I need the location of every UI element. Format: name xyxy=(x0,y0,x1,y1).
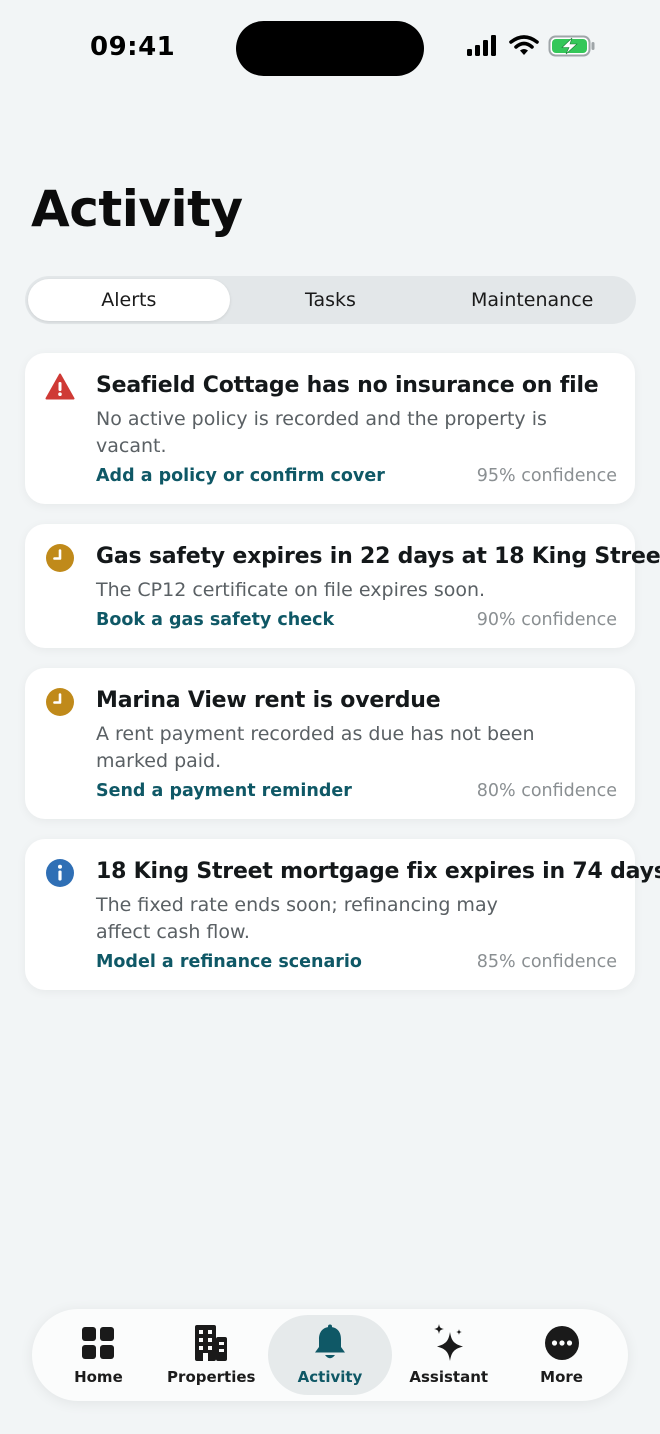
alert-card[interactable]: Marina View rent is overdue A rent payme… xyxy=(25,668,635,819)
alert-action-link[interactable]: Book a gas safety check xyxy=(96,610,334,630)
tab-label: Properties xyxy=(167,1368,256,1386)
alert-action-link[interactable]: Model a refinance scenario xyxy=(96,952,362,972)
tab-label: More xyxy=(540,1368,583,1386)
alert-card[interactable]: 18 King Street mortgage fix expires in 7… xyxy=(25,839,660,990)
screen: 09:41 Activity Alerts Tasks Maintenance xyxy=(0,0,660,1434)
alert-description: No active policy is recorded and the pro… xyxy=(96,408,547,457)
alert-footer: Send a payment reminder 80% confidence xyxy=(96,781,617,801)
tab-assistant[interactable]: Assistant xyxy=(392,1315,505,1395)
alert-footer: Add a policy or confirm cover 95% confid… xyxy=(96,466,617,486)
alert-title: 18 King Street mortgage fix expires in 7… xyxy=(96,859,660,884)
battery-charging-icon xyxy=(548,35,595,57)
dynamic-island xyxy=(236,21,424,76)
cellular-signal-icon xyxy=(467,35,496,56)
alert-title: Marina View rent is overdue xyxy=(96,688,441,713)
tab-label: Assistant xyxy=(409,1368,489,1386)
alert-title: Gas safety expires in 22 days at 18 King… xyxy=(96,544,660,569)
status-time: 09:41 xyxy=(90,32,176,62)
alert-card[interactable]: Gas safety expires in 22 days at 18 King… xyxy=(25,524,660,648)
alert-confidence: 90% confidence xyxy=(476,610,617,630)
tab-properties[interactable]: Properties xyxy=(155,1315,268,1395)
clock-icon xyxy=(46,544,74,572)
segment-alerts[interactable]: Alerts xyxy=(28,279,230,321)
alert-action-link[interactable]: Send a payment reminder xyxy=(96,781,352,801)
alert-confidence: 85% confidence xyxy=(476,952,617,972)
tab-more[interactable]: More xyxy=(505,1315,618,1395)
sparkle-icon xyxy=(433,1324,463,1361)
alert-action-link[interactable]: Add a policy or confirm cover xyxy=(96,466,385,486)
status-icons xyxy=(466,34,596,58)
page-title: Activity xyxy=(31,180,243,238)
alert-confidence: 95% confidence xyxy=(476,466,617,486)
wifi-icon xyxy=(509,35,539,55)
segment-maintenance[interactable]: Maintenance xyxy=(431,279,633,321)
clock-icon xyxy=(46,688,74,716)
alert-description: A rent payment recorded as due has not b… xyxy=(96,723,535,772)
more-icon xyxy=(544,1326,579,1360)
alert-footer: Model a refinance scenario 85% confidenc… xyxy=(96,952,617,972)
alert-confidence: 80% confidence xyxy=(476,781,617,801)
bell-icon xyxy=(315,1324,345,1359)
info-icon xyxy=(46,859,74,887)
tab-label: Home xyxy=(74,1368,123,1386)
tab-bar: Home Properties Activity Assistant More xyxy=(32,1309,628,1401)
tab-activity[interactable]: Activity xyxy=(267,1315,393,1395)
grid-icon xyxy=(82,1327,115,1359)
segment-tasks[interactable]: Tasks xyxy=(230,279,432,321)
alert-card[interactable]: Seafield Cottage has no insurance on fil… xyxy=(25,353,635,504)
alert-title: Seafield Cottage has no insurance on fil… xyxy=(96,373,599,398)
alert-list: Seafield Cottage has no insurance on fil… xyxy=(25,353,660,1010)
warning-triangle-icon xyxy=(45,373,75,400)
alert-description: The CP12 certificate on file expires soo… xyxy=(96,579,486,601)
alert-description: The fixed rate ends soon; refinancing ma… xyxy=(96,894,498,943)
alert-footer: Book a gas safety check 90% confidence xyxy=(96,610,617,630)
tab-label: Activity xyxy=(297,1368,363,1386)
building-icon xyxy=(195,1325,228,1361)
segmented-control: Alerts Tasks Maintenance xyxy=(25,276,636,324)
tab-home[interactable]: Home xyxy=(42,1315,155,1395)
